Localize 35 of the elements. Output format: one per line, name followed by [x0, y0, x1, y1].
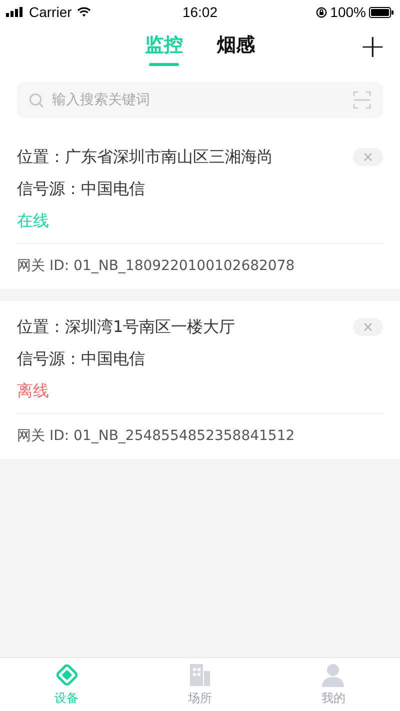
tab[interactable]: 监控 — [145, 32, 183, 66]
close-icon — [363, 152, 373, 162]
bottom-tab[interactable]: 设备 — [0, 658, 134, 711]
close-button[interactable] — [353, 148, 383, 166]
battery-level: 100% — [330, 4, 366, 20]
search-input[interactable]: 输入搜索关键词 — [52, 92, 345, 108]
bottom-tab[interactable]: 我的 — [266, 658, 400, 711]
location-text: 位置：广东省深圳市南山区三湘海尚 — [17, 146, 273, 168]
location-text: 位置：深圳湾1号南区一楼大厅 — [17, 316, 236, 338]
status-text: 离线 — [17, 380, 50, 402]
tab-label: 我的 — [321, 690, 346, 706]
status-text: 在线 — [17, 210, 50, 232]
tab-label: 设备 — [54, 690, 79, 706]
signal-source-text: 信号源：中国电信 — [17, 178, 146, 200]
building-icon — [188, 662, 212, 686]
add-button[interactable]: + — [359, 30, 386, 62]
diamond-icon — [54, 662, 79, 686]
signal-source-text: 信号源：中国电信 — [17, 348, 146, 370]
carrier-name: Carrier — [29, 4, 72, 20]
close-button[interactable] — [353, 318, 383, 336]
bottom-tab[interactable]: 场所 — [133, 658, 267, 711]
search-field[interactable]: 输入搜索关键词 — [17, 82, 383, 118]
clock-time: 16:02 — [182, 4, 218, 20]
gateway-id-text: 网关 ID: 01_NB_2548554852358841512 — [17, 427, 296, 446]
close-icon — [363, 322, 373, 332]
gateway-id-text: 网关 ID: 01_NB_1809220100102682078 — [17, 257, 296, 276]
scan-icon[interactable] — [353, 91, 371, 109]
search-icon — [29, 92, 44, 108]
signal-icon — [6, 7, 24, 17]
wifi-icon — [76, 7, 91, 17]
tab[interactable]: 烟感 — [217, 32, 255, 66]
tab-label: 场所 — [188, 690, 212, 706]
battery-icon — [368, 6, 394, 18]
rotation-lock-icon — [316, 6, 328, 18]
person-icon — [321, 662, 346, 686]
